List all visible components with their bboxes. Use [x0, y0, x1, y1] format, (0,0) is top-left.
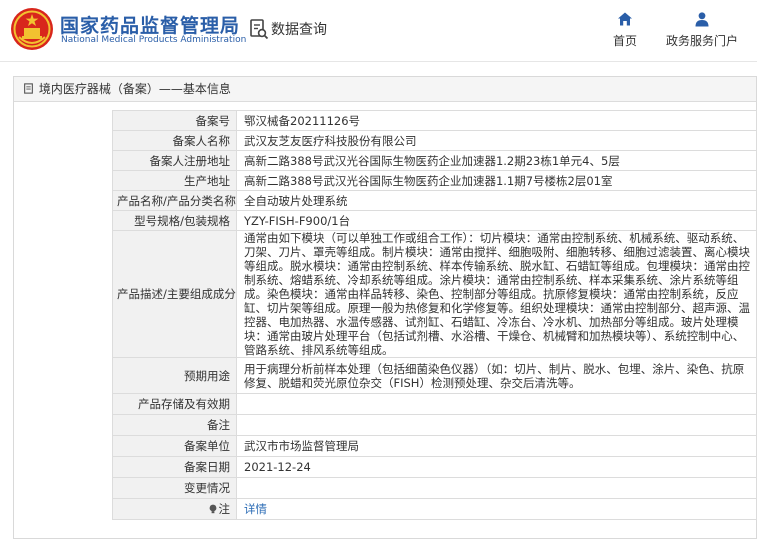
table-row: 产品存储及有效期	[112, 393, 757, 415]
field-label: 备案号	[112, 110, 237, 131]
field-label: 产品描述/主要组成成分	[112, 230, 237, 358]
table-row: 备注	[112, 414, 757, 436]
org-name-cn[interactable]: 国家药品监督管理局	[60, 11, 240, 38]
field-value-remarks	[236, 414, 757, 436]
data-query-link[interactable]: 数据查询	[249, 18, 327, 40]
user-icon	[695, 12, 709, 27]
note-value: 详情	[236, 498, 757, 520]
field-label: 备案日期	[112, 456, 237, 478]
table-row: 注 详情	[112, 498, 757, 520]
field-value-product-name: 全自动玻片处理系统	[236, 190, 757, 211]
field-value-record-number: 鄂汉械备20211126号	[236, 110, 757, 131]
field-label: 变更情况	[112, 477, 237, 499]
note-label: 注	[218, 502, 231, 516]
org-name-en[interactable]: National Medical Products Administration	[61, 35, 246, 45]
note-label-cell: 注	[112, 498, 237, 520]
table-row: 备案号 鄂汉械备20211126号	[112, 110, 757, 131]
table-row: 备案人名称 武汉友芝友医疗科技股份有限公司	[112, 130, 757, 151]
table-row: 备案单位 武汉市市场监督管理局	[112, 435, 757, 457]
field-value-filing-date: 2021-12-24	[236, 456, 757, 478]
field-label: 预期用途	[112, 357, 237, 394]
home-icon	[618, 12, 632, 26]
site-header: 国家药品监督管理局 National Medical Products Admi…	[0, 0, 757, 62]
field-value-filing-unit: 武汉市市场监督管理局	[236, 435, 757, 457]
nav-home[interactable]: 首页	[604, 11, 646, 49]
field-label: 型号规格/包装规格	[112, 210, 237, 231]
document-icon	[24, 83, 33, 94]
field-label: 备注	[112, 414, 237, 436]
table-row: 备案人注册地址 高新二路388号武汉光谷国际生物医药企业加速器1.2期23栋1单…	[112, 150, 757, 171]
document-search-icon	[250, 19, 269, 40]
nav-service-label: 政务服务门户	[665, 34, 738, 48]
table-row: 生产地址 高新二路388号武汉光谷国际生物医药企业加速器1.1期7号楼栋2层01…	[112, 170, 757, 191]
panel-title-text: 境内医疗器械（备案）——基本信息	[38, 82, 231, 96]
table-row: 产品名称/产品分类名称 全自动玻片处理系统	[112, 190, 757, 211]
nav-home-label: 首页	[612, 34, 637, 48]
record-panel: 境内医疗器械（备案）——基本信息 备案号 鄂汉械备20211126号 备案人名称…	[13, 76, 757, 539]
data-query-label: 数据查询	[271, 22, 327, 38]
field-value-production-address: 高新二路388号武汉光谷国际生物医药企业加速器1.1期7号楼栋2层01室	[236, 170, 757, 191]
details-link[interactable]: 详情	[244, 502, 267, 516]
table-row: 备案日期 2021-12-24	[112, 456, 757, 478]
field-label: 产品存储及有效期	[112, 393, 237, 415]
field-value-model-spec: YZY-FISH-F900/1台	[236, 210, 757, 231]
field-label: 生产地址	[112, 170, 237, 191]
field-label: 备案人注册地址	[112, 150, 237, 171]
field-value-changes	[236, 477, 757, 499]
national-emblem-icon[interactable]	[10, 7, 54, 51]
field-label: 产品名称/产品分类名称	[112, 190, 237, 211]
field-value-registered-address: 高新二路388号武汉光谷国际生物医药企业加速器1.2期23栋1单元4、5层	[236, 150, 757, 171]
field-value-intended-use: 用于病理分析前样本处理（包括细菌染色仪器）（如：切片、制片、脱水、包埋、涂片、染…	[236, 357, 757, 394]
table-row: 变更情况	[112, 477, 757, 499]
field-label: 备案单位	[112, 435, 237, 457]
field-label: 备案人名称	[112, 130, 237, 151]
field-value-description: 通常由如下模块（可以单独工作或组合工作）：切片模块：通常由控制系统、机械系统、驱…	[236, 230, 757, 358]
table-row: 预期用途 用于病理分析前样本处理（包括细菌染色仪器）（如：切片、制片、脱水、包埋…	[112, 357, 757, 394]
field-value-storage	[236, 393, 757, 415]
field-value-registrant-name: 武汉友芝友医疗科技股份有限公司	[236, 130, 757, 151]
nav-service-portal[interactable]: 政务服务门户	[660, 11, 744, 49]
table-row: 产品描述/主要组成成分 通常由如下模块（可以单独工作或组合工作）：切片模块：通常…	[112, 230, 757, 358]
record-table: 备案号 鄂汉械备20211126号 备案人名称 武汉友芝友医疗科技股份有限公司 …	[112, 110, 757, 520]
panel-title: 境内医疗器械（备案）——基本信息	[14, 77, 756, 102]
table-row: 型号规格/包装规格 YZY-FISH-F900/1台	[112, 210, 757, 231]
info-bulb-icon	[209, 504, 216, 514]
